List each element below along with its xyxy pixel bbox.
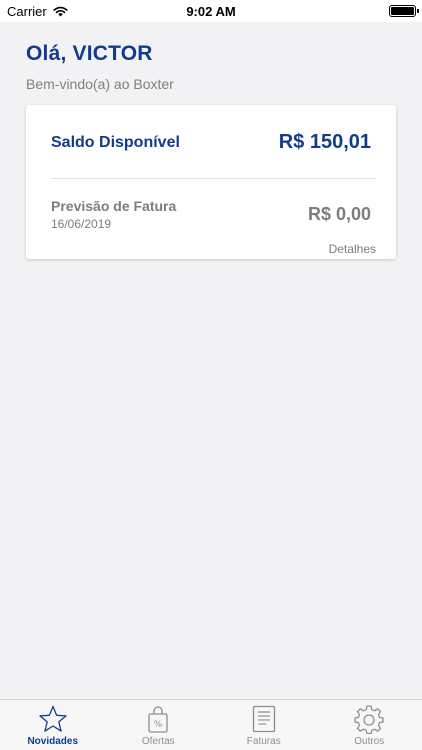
greeting-subtitle: Bem-vindo(a) ao Boxter: [26, 76, 174, 92]
invoice-icon: [248, 704, 280, 734]
saldo-value: R$ 150,01: [278, 131, 371, 153]
previsao-date: 16/06/2019: [51, 217, 112, 231]
tab-label: Ofertas: [141, 736, 175, 747]
star-icon: [37, 704, 69, 734]
previsao-value: R$ 0,00: [307, 204, 371, 224]
tab-bar: Novidades % Ofertas Faturas Outros: [0, 699, 422, 750]
details-link[interactable]: Detalhes: [329, 242, 376, 256]
wifi-icon: [53, 6, 68, 16]
shopping-bag-icon: %: [142, 704, 174, 734]
card-divider: [51, 178, 376, 179]
gear-icon: [353, 704, 385, 734]
greeting: Olá, VICTOR Bem-vindo(a) ao Boxter: [26, 42, 174, 92]
carrier-label: Carrier: [7, 3, 47, 19]
previsao-row: Previsão de Fatura 16/06/2019 R$ 0,00: [51, 198, 371, 231]
greeting-title: Olá, VICTOR: [26, 42, 153, 65]
tab-label: Outros: [354, 736, 385, 747]
tab-label: Novidades: [27, 736, 79, 747]
balance-card: Saldo Disponível R$ 150,01 Previsão de F…: [26, 105, 396, 259]
status-bar: Carrier 9:02 AM: [0, 0, 422, 22]
saldo-label: Saldo Disponível: [51, 133, 180, 151]
svg-text:%: %: [154, 720, 163, 730]
previsao-info: Previsão de Fatura 16/06/2019: [51, 198, 176, 231]
battery-icon: [389, 5, 419, 17]
tab-novidades[interactable]: Novidades: [0, 700, 106, 750]
tab-label: Faturas: [246, 736, 281, 747]
previsao-label: Previsão de Fatura: [51, 198, 177, 214]
tab-faturas[interactable]: Faturas: [211, 700, 317, 750]
tab-outros[interactable]: Outros: [317, 700, 422, 750]
saldo-row: Saldo Disponível R$ 150,01: [51, 131, 371, 154]
tab-ofertas[interactable]: % Ofertas: [106, 700, 212, 750]
status-left: Carrier: [7, 4, 68, 19]
